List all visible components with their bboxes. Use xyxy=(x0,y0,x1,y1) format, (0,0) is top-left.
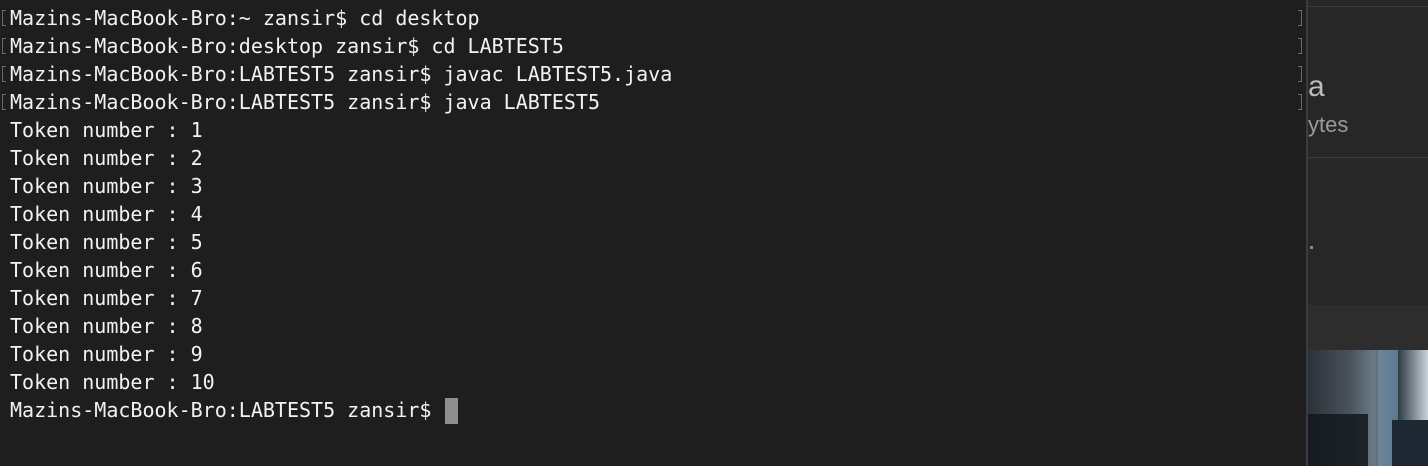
output-line: Token number : 1 xyxy=(10,118,203,142)
output-line: Token number : 7 xyxy=(10,286,203,310)
dot xyxy=(1310,246,1313,249)
output-line: Token number : 2 xyxy=(10,146,203,170)
command-line: Mazins-MacBook-Bro:desktop zansir$ cd LA… xyxy=(10,34,564,58)
divider-line xyxy=(1308,157,1428,158)
image-thumbnail[interactable] xyxy=(1308,350,1428,466)
output-line: Token number : 6 xyxy=(10,258,203,282)
line-mark xyxy=(2,10,6,26)
partial-text: ytes xyxy=(1308,112,1349,137)
command-line: Mazins-MacBook-Bro:LABTEST5 zansir$ java… xyxy=(10,62,673,86)
output-line: Token number : 3 xyxy=(10,174,203,198)
line-mark xyxy=(2,94,6,110)
line-mark xyxy=(2,66,6,82)
line-mark xyxy=(1298,66,1302,82)
background-window[interactable]: a ytes xyxy=(1308,0,1428,466)
screen: Mazins-MacBook-Bro:~ zansir$ cd desktop … xyxy=(0,0,1428,466)
line-mark xyxy=(1298,10,1302,26)
current-prompt: Mazins-MacBook-Bro:LABTEST5 zansir$ xyxy=(10,398,444,422)
partial-text: a xyxy=(1308,70,1325,103)
line-mark xyxy=(1298,38,1302,54)
output-line: Token number : 9 xyxy=(10,342,203,366)
line-mark xyxy=(1298,94,1302,110)
divider-line xyxy=(1308,6,1428,7)
terminal-window[interactable]: Mazins-MacBook-Bro:~ zansir$ cd desktop … xyxy=(0,0,1306,466)
text-cursor xyxy=(445,397,459,424)
line-mark xyxy=(2,38,6,54)
command-line: Mazins-MacBook-Bro:~ zansir$ cd desktop xyxy=(10,6,480,30)
output-line: Token number : 8 xyxy=(10,314,203,338)
current-prompt-line[interactable]: Mazins-MacBook-Bro:LABTEST5 zansir$ xyxy=(10,396,672,424)
command-line: Mazins-MacBook-Bro:LABTEST5 zansir$ java… xyxy=(10,90,601,114)
output-line: Token number : 10 xyxy=(10,370,215,394)
output-line: Token number : 4 xyxy=(10,202,203,226)
terminal-output: Mazins-MacBook-Bro:~ zansir$ cd desktop … xyxy=(10,4,672,424)
output-line: Token number : 5 xyxy=(10,230,203,254)
background-panel xyxy=(1308,305,1428,350)
